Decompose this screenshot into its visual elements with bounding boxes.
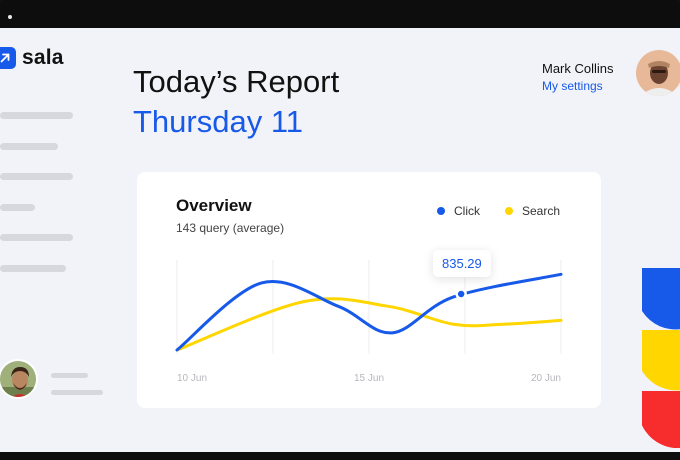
x-tick-label: 10 Jun: [177, 373, 207, 384]
decorative-shapes: [642, 268, 680, 448]
x-tick-label: 20 Jun: [531, 373, 561, 384]
highlight-point[interactable]: [455, 288, 467, 300]
page-date: Thursday 11: [133, 104, 304, 139]
sidebar-nav-item-6[interactable]: [0, 265, 66, 272]
sidebar-nav-item-1[interactable]: [0, 112, 73, 119]
sidebar-nav-item-3[interactable]: [0, 173, 73, 180]
camera-dot: [8, 15, 12, 19]
brand-name: sala: [22, 46, 64, 69]
page-title: Today’s Report: [133, 64, 340, 99]
current-user-avatar[interactable]: [0, 359, 38, 399]
my-settings-link[interactable]: My settings: [542, 79, 603, 93]
current-user-name-placeholder: [51, 373, 88, 378]
device-top-bezel: [0, 0, 680, 28]
sidebar-nav-item-5[interactable]: [0, 234, 73, 241]
device-screen: sala Today’s Report Thursday 11 Mark Col…: [0, 0, 680, 460]
x-tick-label: 15 Jun: [354, 373, 384, 384]
brand-logo[interactable]: sala: [0, 46, 64, 70]
user-avatar[interactable]: [636, 50, 680, 96]
user-name: Mark Collins: [542, 61, 614, 76]
sidebar-nav-item-2[interactable]: [0, 143, 58, 150]
overview-card: Overview 143 query (average) Click Searc…: [137, 172, 601, 408]
sidebar-nav-item-4[interactable]: [0, 204, 35, 211]
dashboard-app: sala Today’s Report Thursday 11 Mark Col…: [0, 28, 680, 452]
overview-line-chart: 10 Jun 15 Jun 20 Jun: [175, 260, 563, 384]
device-bottom-bezel: [0, 452, 680, 460]
arrow-up-right-icon: [0, 47, 16, 69]
current-user-role-placeholder: [51, 390, 103, 395]
chart-value-tooltip: 835.29: [433, 250, 491, 277]
